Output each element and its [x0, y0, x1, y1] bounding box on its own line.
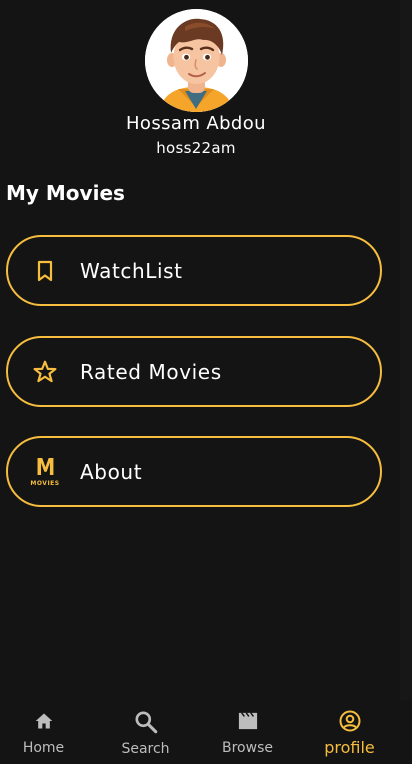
nav-profile-label: profile	[324, 738, 375, 757]
bookmark-icon	[30, 256, 60, 286]
section-title: My Movies	[6, 181, 125, 205]
scroll-edge	[400, 0, 412, 700]
nav-profile[interactable]: profile	[298, 700, 401, 764]
profile-name: Hossam Abdou	[126, 113, 266, 134]
rated-movies-label: Rated Movies	[80, 359, 222, 384]
avatar-illustration	[145, 9, 248, 112]
movie-icon	[237, 710, 259, 732]
nav-browse[interactable]: Browse	[196, 700, 299, 764]
profile-username: hoss22am	[156, 139, 236, 157]
bottom-nav: Home Search Browse profile	[0, 700, 412, 764]
watchlist-label: WatchList	[80, 258, 183, 283]
nav-home[interactable]: Home	[0, 700, 95, 764]
nav-browse-label: Browse	[222, 740, 273, 756]
star-outline-icon	[30, 357, 60, 387]
about-label: About	[80, 459, 143, 484]
logo-text: MOVIES	[30, 479, 60, 487]
nav-search-label: Search	[121, 741, 170, 757]
home-icon	[34, 710, 54, 732]
movies-logo-icon: M MOVIES	[30, 454, 60, 487]
about-button[interactable]: M MOVIES About	[6, 436, 382, 507]
nav-home-label: Home	[22, 740, 65, 756]
watchlist-button[interactable]: WatchList	[6, 235, 382, 306]
logo-letter: M	[35, 454, 55, 481]
nav-search[interactable]: Search	[94, 700, 197, 764]
account-circle-icon	[338, 710, 362, 732]
search-icon	[133, 708, 159, 736]
rated-movies-button[interactable]: Rated Movies	[6, 336, 382, 407]
avatar	[145, 9, 248, 112]
